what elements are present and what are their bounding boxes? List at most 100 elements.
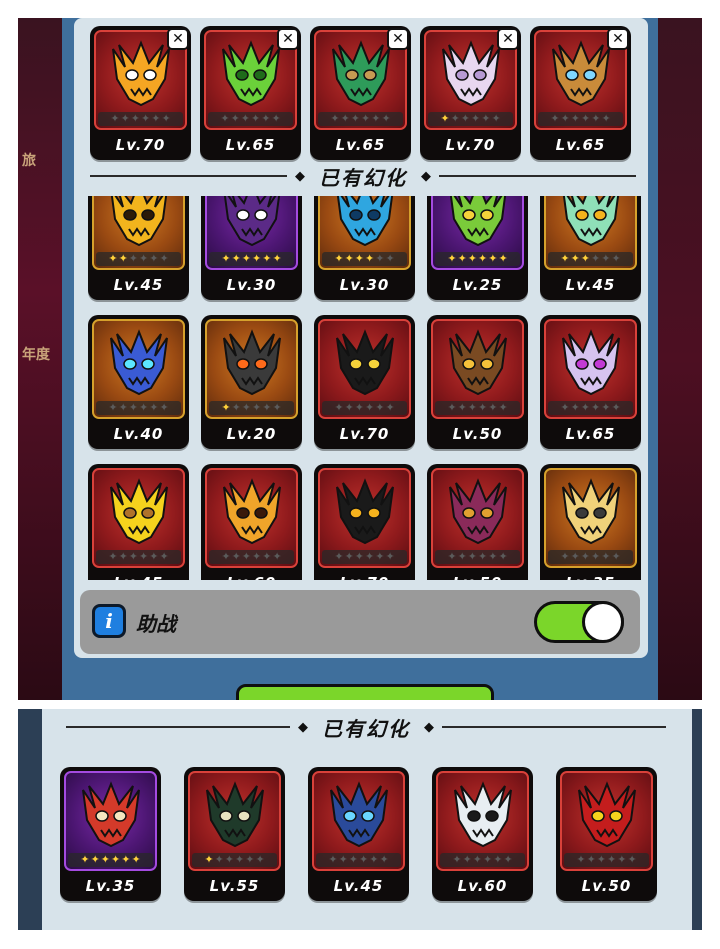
star-icon: ✦ <box>224 853 234 866</box>
monster-card[interactable]: ✦ ✦ ✦ ✦ ✦ ✦ Lv.30 <box>314 196 415 300</box>
star-icon: ✦ <box>240 112 250 125</box>
level-label: Lv.70 <box>339 425 390 443</box>
star-icon: ✦ <box>460 112 470 125</box>
level-label: Lv.60 <box>201 574 302 580</box>
star-icon: ✦ <box>580 550 590 563</box>
star-icon: ✦ <box>457 252 467 265</box>
remove-button[interactable]: ✕ <box>277 28 299 50</box>
monster-card[interactable]: ✦ ✦ ✦ ✦ ✦ ✦ Lv.40 <box>88 315 189 449</box>
monster-card[interactable]: ✦ ✦ ✦ ✦ ✦ ✦ Lv.25 <box>427 196 528 300</box>
star-icon: ✦ <box>369 853 379 866</box>
monster-card[interactable]: ✦ ✦ ✦ ✦ ✦ ✦ Lv.65 ✕ <box>530 26 631 160</box>
star-icon: ✦ <box>601 252 611 265</box>
top-screenshot-panel: 旅 年度 ✦ ✦ ✦ ✦ ✦ ✦ Lv.70 ✕ ✦ ✦ ✦ ✦ ✦ ✦ Lv.65 ✕ ✦ ✦ ✦ ✦ ✦ ✦ Lv.… <box>18 18 702 700</box>
monster-portrait <box>438 779 527 851</box>
monster-card[interactable]: ✦✦✦✦✦✦Lv.60 <box>432 767 533 901</box>
monster-card[interactable]: ✦ ✦ ✦ ✦ ✦ ✦ Lv.30 <box>201 196 302 300</box>
star-icon: ✦ <box>570 550 580 563</box>
star-rating: ✦ ✦ ✦ ✦ ✦ ✦ <box>209 401 294 415</box>
star-icon: ✦ <box>80 853 90 866</box>
monster-card[interactable]: ✦ ✦ ✦ ✦ ✦ ✦ Lv.70 ✕ <box>90 26 191 160</box>
owned-grid[interactable]: ✦ ✦ ✦ ✦ ✦ ✦ Lv.45 ✦ ✦ ✦ ✦ ✦ ✦ Lv.30 ✦ ✦ ✦ ✦ ✦ ✦ Lv.30 ✦ ✦ ✦ ✦… <box>80 196 646 580</box>
monster-card[interactable]: ✦✦✦✦✦✦Lv.35 <box>60 767 161 901</box>
star-icon: ✦ <box>344 252 354 265</box>
monster-card[interactable]: ✦ ✦ ✦ ✦ ✦ ✦ Lv.20 <box>201 315 302 449</box>
monster-card[interactable]: ✦✦✦✦✦✦Lv.50 <box>556 767 657 901</box>
star-icon: ✦ <box>161 112 171 125</box>
monster-card[interactable]: ✦ ✦ ✦ ✦ ✦ ✦ Lv.55 <box>184 767 285 901</box>
star-rating: ✦ ✦ ✦ ✦ ✦ ✦ <box>96 401 181 415</box>
monster-card[interactable]: ✦✦✦✦✦✦Lv.35 <box>540 464 641 580</box>
monster-card[interactable]: ✦ ✦ ✦ ✦ ✦ ✦ Lv.65 ✕ <box>200 26 301 160</box>
star-icon: ✦ <box>580 252 590 265</box>
star-rating: ✦ ✦ ✦ ✦ ✦ ✦ <box>96 252 181 266</box>
monster-portrait <box>433 476 522 548</box>
star-icon: ✦ <box>149 252 159 265</box>
monster-card[interactable]: ✦✦✦✦✦✦Lv.60 <box>201 464 302 580</box>
star-icon: ✦ <box>128 401 138 414</box>
info-icon[interactable]: i <box>92 604 126 638</box>
monster-card[interactable]: ✦✦✦✦✦✦Lv.50 <box>427 315 528 449</box>
antler-crown-icon <box>551 40 610 107</box>
remove-button[interactable]: ✕ <box>387 28 409 50</box>
star-icon: ✦ <box>230 112 240 125</box>
star-icon: ✦ <box>379 853 389 866</box>
star-icon: ✦ <box>100 853 110 866</box>
star-icon: ✦ <box>262 401 272 414</box>
star-rating: ✦ ✦ ✦ ✦ ✦ ✦ <box>435 401 520 415</box>
monster-art: ✦ ✦ ✦ ✦ ✦ ✦ <box>188 771 281 871</box>
monster-card[interactable]: ✦✦✦✦✦✦Lv.45 <box>88 464 189 580</box>
star-icon: ✦ <box>120 112 130 125</box>
star-icon: ✦ <box>261 112 271 125</box>
monster-card[interactable]: ✦✦✦✦✦✦Lv.70 <box>314 315 415 449</box>
dark-flame-icon <box>335 478 394 545</box>
monster-card[interactable]: ✦✦✦✦✦✦Lv.45 <box>308 767 409 901</box>
star-icon: ✦ <box>627 853 637 866</box>
monster-art: ✦ ✦ ✦ ✦ ✦ ✦ <box>312 771 405 871</box>
star-icon: ✦ <box>375 401 385 414</box>
remove-button[interactable]: ✕ <box>607 28 629 50</box>
background-left: 旅 年度 <box>18 18 62 700</box>
monster-portrait <box>190 779 279 851</box>
reindeer-icon <box>109 478 168 545</box>
star-icon: ✦ <box>344 401 354 414</box>
star-icon: ✦ <box>381 112 391 125</box>
monster-card[interactable]: ✦✦✦✦✦✦Lv.45 <box>88 196 189 300</box>
star-icon: ✦ <box>478 252 488 265</box>
level-label: Lv.45 <box>113 276 164 294</box>
monster-card[interactable]: ✦ ✦ ✦ ✦ ✦ ✦ Lv.65 ✕ <box>310 26 411 160</box>
monster-card[interactable]: ✦ ✦ ✦ ✦ ✦ ✦ Lv.65 <box>540 315 641 449</box>
star-icon: ✦ <box>245 853 255 866</box>
remove-button[interactable]: ✕ <box>167 28 189 50</box>
monster-card[interactable]: ✦✦✦✦✦✦ Lv.50 <box>427 464 528 580</box>
monster-card[interactable]: ✦✦✦✦✦✦Lv.45 <box>540 196 641 300</box>
level-label: Lv.65 <box>565 425 616 443</box>
monster-card[interactable]: ✦✦✦✦✦✦Lv.70 <box>314 464 415 580</box>
star-icon: ✦ <box>375 252 385 265</box>
blue-beast-icon <box>336 196 393 247</box>
level-label: Lv.45 <box>565 276 616 294</box>
level-label: Lv.50 <box>427 574 528 580</box>
star-icon: ✦ <box>365 401 375 414</box>
star-icon: ✦ <box>252 401 262 414</box>
star-rating: ✦ ✦ ✦ ✦ ✦ ✦ <box>322 550 407 564</box>
star-icon: ✦ <box>128 252 138 265</box>
jade-owl-icon <box>562 196 619 247</box>
star-icon: ✦ <box>611 550 621 563</box>
star-icon: ✦ <box>128 550 138 563</box>
blue-dragon-icon <box>109 329 168 396</box>
star-icon: ✦ <box>131 853 141 866</box>
level-label: Lv.50 <box>581 877 632 895</box>
star-icon: ✦ <box>596 853 606 866</box>
assist-toggle[interactable] <box>534 601 624 643</box>
monster-art: ✦ ✦ ✦ ✦ ✦ ✦ <box>431 468 524 568</box>
confirm-button[interactable] <box>236 684 494 700</box>
star-icon: ✦ <box>560 401 570 414</box>
remove-button[interactable]: ✕ <box>497 28 519 50</box>
level-label: Lv.20 <box>226 425 277 443</box>
star-rating: ✦ ✦ ✦ ✦ ✦ ✦ <box>538 112 623 126</box>
star-icon: ✦ <box>570 252 580 265</box>
star-icon: ✦ <box>90 853 100 866</box>
monster-card[interactable]: ✦ ✦ ✦ ✦ ✦ ✦ Lv.70 ✕ <box>420 26 521 160</box>
star-icon: ✦ <box>330 112 340 125</box>
